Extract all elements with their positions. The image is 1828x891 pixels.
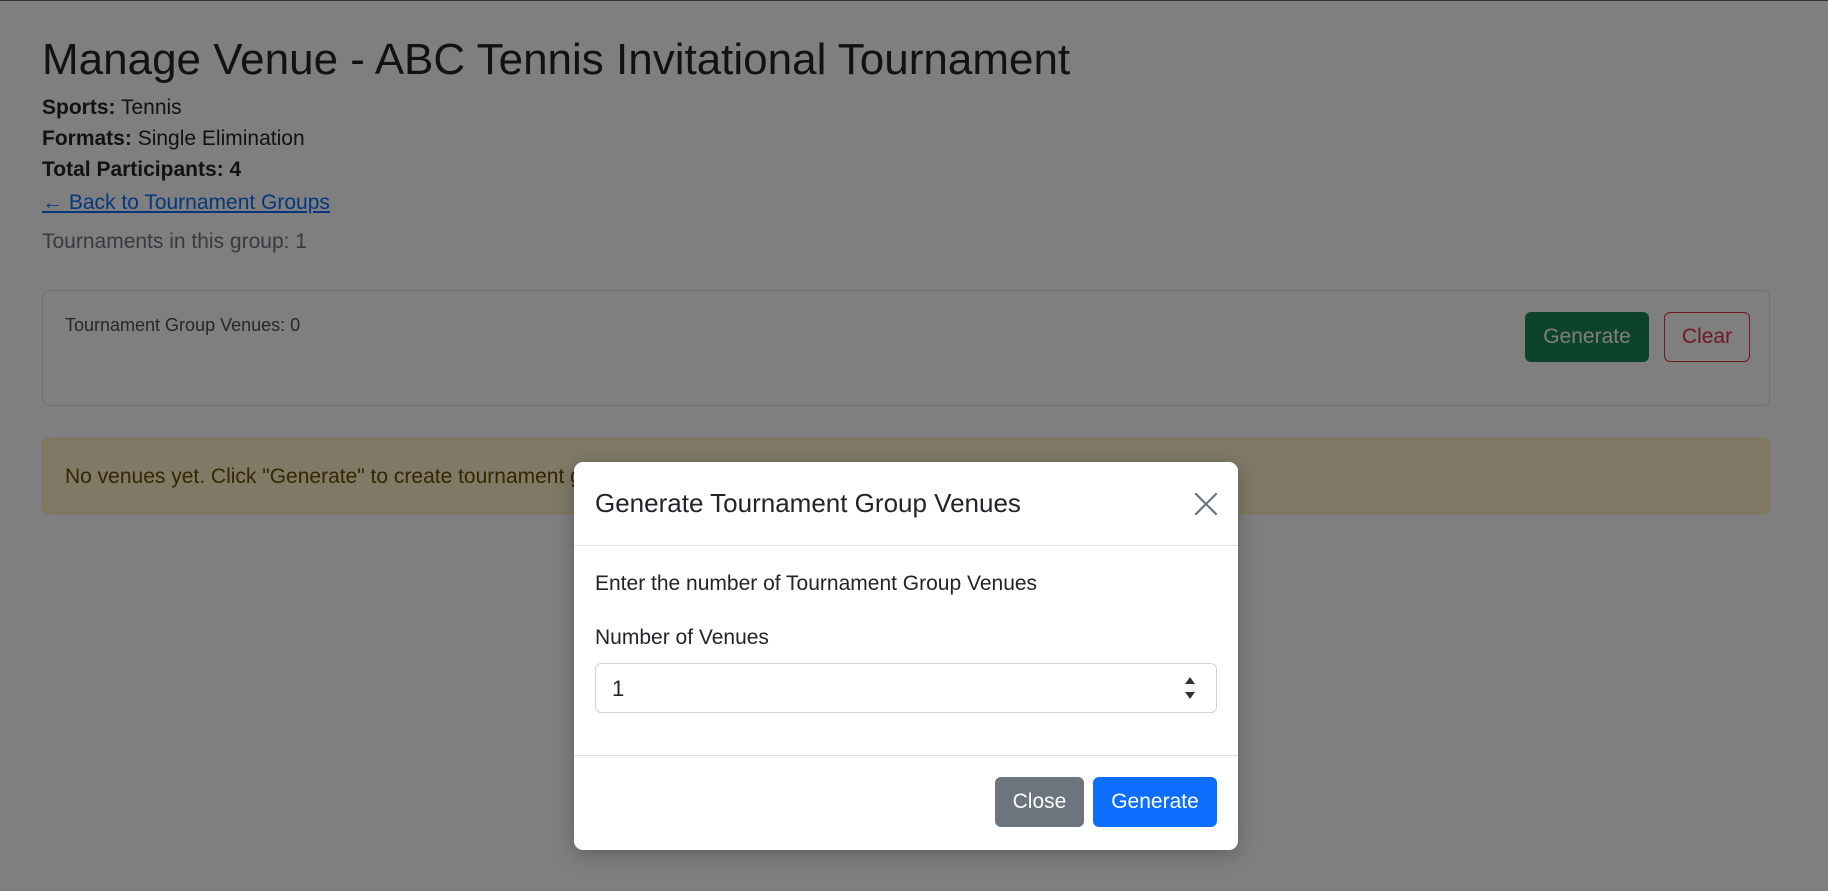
modal-generate-button[interactable]: Generate xyxy=(1093,777,1217,827)
venues-number-value: 1 xyxy=(612,676,625,701)
close-icon[interactable] xyxy=(1190,488,1222,520)
modal-description: Enter the number of Tournament Group Ven… xyxy=(595,572,1038,595)
close-button[interactable]: Close xyxy=(995,777,1084,827)
modal-footer: Close Generate xyxy=(574,755,1238,850)
venues-field-label: Number of Venues xyxy=(595,626,769,649)
generate-venues-modal: Generate Tournament Group Venues Enter t… xyxy=(574,462,1238,850)
number-spinner[interactable] xyxy=(1180,673,1200,703)
modal-title: Generate Tournament Group Venues xyxy=(595,488,1021,518)
modal-header: Generate Tournament Group Venues xyxy=(574,462,1238,546)
venues-number-input[interactable]: 1 xyxy=(595,663,1217,713)
